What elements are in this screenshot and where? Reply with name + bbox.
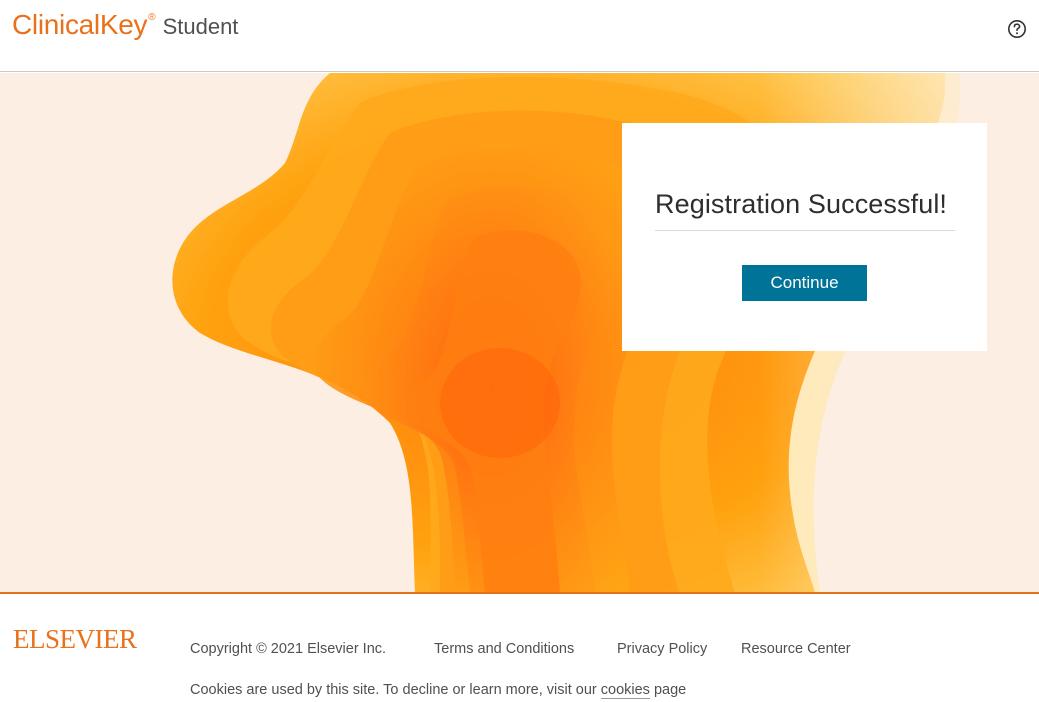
- cookie-notice: Cookies are used by this site. To declin…: [190, 682, 687, 699]
- terms-and-conditions-link[interactable]: Terms and Conditions: [434, 641, 574, 657]
- clinicalkey-student-logo[interactable]: ClinicalKey ® Student: [12, 9, 238, 41]
- cookie-notice-suffix: page: [653, 682, 687, 698]
- help-circle-icon: [1008, 20, 1026, 38]
- cookies-link[interactable]: cookies: [600, 682, 650, 699]
- elsevier-logo[interactable]: ELSEVIER: [13, 624, 137, 655]
- site-header: ClinicalKey ® Student: [0, 0, 1039, 72]
- help-button[interactable]: [1007, 19, 1027, 39]
- dialog-divider: [655, 230, 955, 231]
- copyright-text: Copyright © 2021 Elsevier Inc.: [190, 641, 387, 657]
- cookie-notice-prefix: Cookies are used by this site. To declin…: [190, 682, 597, 698]
- registered-mark: ®: [148, 12, 156, 23]
- dialog-title: Registration Successful!: [655, 189, 948, 219]
- continue-button[interactable]: Continue: [742, 265, 867, 301]
- hero-divider: [0, 592, 1039, 594]
- logo-product-text: Student: [162, 14, 239, 39]
- resource-center-link[interactable]: Resource Center: [741, 641, 851, 657]
- privacy-policy-link[interactable]: Privacy Policy: [617, 641, 707, 657]
- logo-brand-text: ClinicalKey: [12, 9, 148, 40]
- registration-success-dialog: Registration Successful! Continue: [622, 123, 987, 351]
